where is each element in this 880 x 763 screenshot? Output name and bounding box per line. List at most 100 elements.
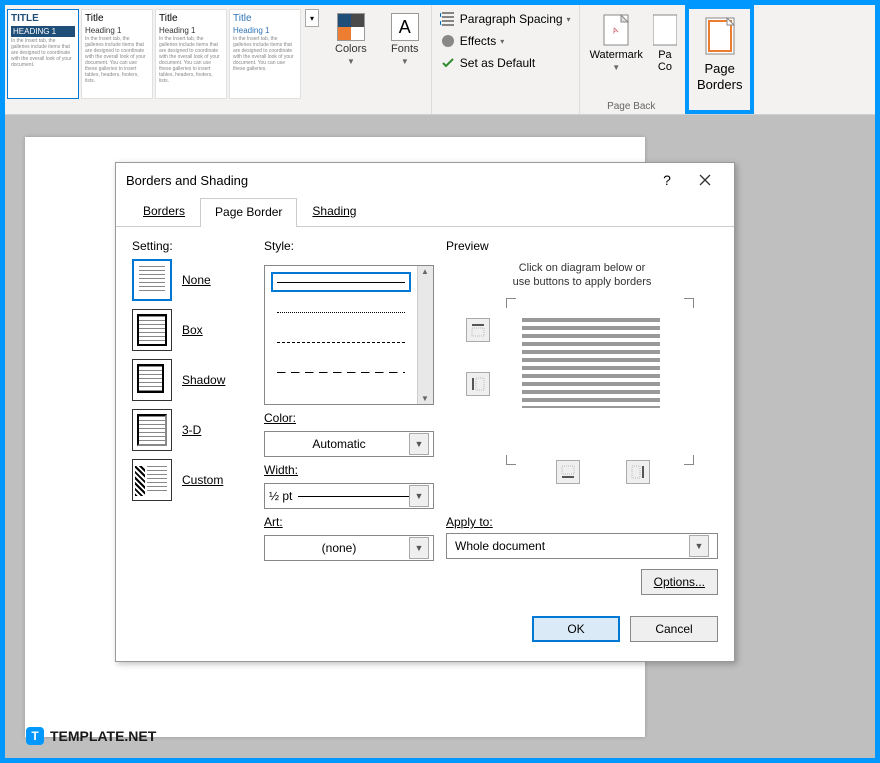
style-label: Style: [264,239,434,253]
page-color-label: Pa Co [658,49,672,73]
style-scrollbar[interactable] [417,266,433,404]
style-listbox[interactable] [264,265,434,405]
colors-label: Colors [335,43,367,55]
paragraph-spacing-button[interactable]: Paragraph Spacing ▾ [438,9,573,29]
template-net-label: TEMPLATE.NET [50,728,156,744]
apply-to-value: Whole document [455,539,689,553]
set-default-label: Set as Default [460,56,535,70]
page-color-button[interactable]: Pa Co [653,9,677,77]
page-background-group-label: Page Back [607,101,655,112]
effects-icon [440,33,456,49]
effects-label: Effects [460,34,496,48]
cancel-button[interactable]: Cancel [630,616,718,642]
setting-shadow[interactable]: Shadow [132,359,252,401]
gallery-expand-button[interactable]: ▾ [305,9,319,27]
fonts-button[interactable]: A Fonts ▼ [387,9,423,70]
close-icon [699,174,711,186]
dropdown-button[interactable]: ▼ [409,537,429,559]
style-title: TITLE [11,13,75,24]
paragraph-spacing-label: Paragraph Spacing [460,12,563,26]
setting-3d-icon [132,409,172,451]
setting-box-label: Box [182,323,203,337]
crop-mark-icon [684,455,694,465]
page-color-icon [653,13,677,47]
style-item[interactable]: TITLE HEADING 1 In the Insert tab, the g… [7,9,79,99]
border-bottom-button[interactable] [556,460,580,484]
watermark-icon: A [601,13,631,47]
apply-to-dropdown[interactable]: Whole document ▼ [446,533,718,559]
color-dropdown[interactable]: Automatic ▼ [264,431,434,457]
crop-mark-icon [684,298,694,308]
preview-label: Preview [446,239,718,253]
setting-box-icon [132,309,172,351]
ok-button[interactable]: OK [532,616,620,642]
paragraph-spacing-icon [440,11,456,27]
template-net-watermark: T TEMPLATE.NET [26,727,156,745]
border-top-button[interactable] [466,318,490,342]
dropdown-caret-icon: ▼ [612,63,620,72]
width-dropdown[interactable]: ½ pt ▼ [264,483,434,509]
tab-page-border[interactable]: Page Border [200,198,297,227]
style-item[interactable]: Title Heading 1 In the Insert tab, the g… [81,9,153,99]
style-title: Title [159,13,223,24]
dialog-title: Borders and Shading [126,173,248,188]
watermark-label: Watermark [590,49,643,61]
width-label: Width: [264,463,434,477]
effects-button[interactable]: Effects ▾ [438,31,573,51]
setting-shadow-icon [132,359,172,401]
width-preview-line [298,496,409,497]
dropdown-caret-icon: ▼ [401,57,409,66]
dropdown-button[interactable]: ▼ [689,535,709,557]
watermark-button[interactable]: A Watermark ▼ [586,9,647,76]
paragraph-group: Paragraph Spacing ▾ Effects ▾ Set as Def… [432,5,580,114]
colors-button[interactable]: Colors ▼ [331,9,371,70]
style-dashed-small[interactable] [271,332,411,352]
style-heading: Heading 1 [233,26,297,35]
setting-3d[interactable]: 3-D [132,409,252,451]
style-title: Title [233,13,297,24]
art-dropdown[interactable]: (none) ▼ [264,535,434,561]
style-body: In the Insert tab, the galleries include… [233,36,297,72]
apply-to-label: Apply to: [446,515,718,529]
tab-borders[interactable]: Borders [128,197,200,226]
dropdown-button[interactable]: ▼ [409,433,429,455]
width-value: ½ pt [269,489,292,503]
setting-label: Setting: [132,239,252,253]
set-default-button[interactable]: Set as Default [438,53,573,73]
gallery-expand: ▾ [303,9,321,37]
setting-custom-label: Custom [182,473,223,487]
setting-box[interactable]: Box [132,309,252,351]
tab-shading[interactable]: Shading [297,197,371,226]
fonts-icon: A [391,13,419,41]
options-button[interactable]: Options... [641,569,718,595]
style-heading: Heading 1 [159,26,223,35]
setting-none-icon [132,259,172,301]
dialog-body: Setting: None Box Shadow 3-D [116,227,734,607]
fonts-label: Fonts [391,43,419,55]
border-right-button[interactable] [626,460,650,484]
border-left-button[interactable] [466,372,490,396]
dialog-help-button[interactable]: ? [648,165,686,195]
setting-custom[interactable]: Custom [132,459,252,501]
style-solid[interactable] [271,272,411,292]
style-item[interactable]: Title Heading 1 In the Insert tab, the g… [155,9,227,99]
style-dashed-large[interactable] [271,362,411,382]
setting-none-label: None [182,273,211,287]
dialog-titlebar: Borders and Shading ? [116,163,734,197]
setting-custom-icon [132,459,172,501]
preview-diagram[interactable] [516,304,666,414]
page-background-group: A Watermark ▼ Pa Co Page Back [580,5,683,114]
art-label: Art: [264,515,434,529]
setting-none[interactable]: None [132,259,252,301]
page-borders-label[interactable]: Page Borders [697,61,743,92]
style-dotted[interactable] [271,302,411,322]
dialog-footer: OK Cancel [116,607,734,651]
page-borders-highlight: Page Borders [685,5,755,114]
template-net-icon: T [26,727,44,745]
style-item[interactable]: Title Heading 1 In the Insert tab, the g… [229,9,301,99]
fonts-group: A Fonts ▼ [379,5,432,114]
setting-column: Setting: None Box Shadow 3-D [132,239,252,595]
colors-group: Colors ▼ [323,5,379,114]
dialog-close-button[interactable] [686,165,724,195]
dropdown-button[interactable]: ▼ [409,485,429,507]
